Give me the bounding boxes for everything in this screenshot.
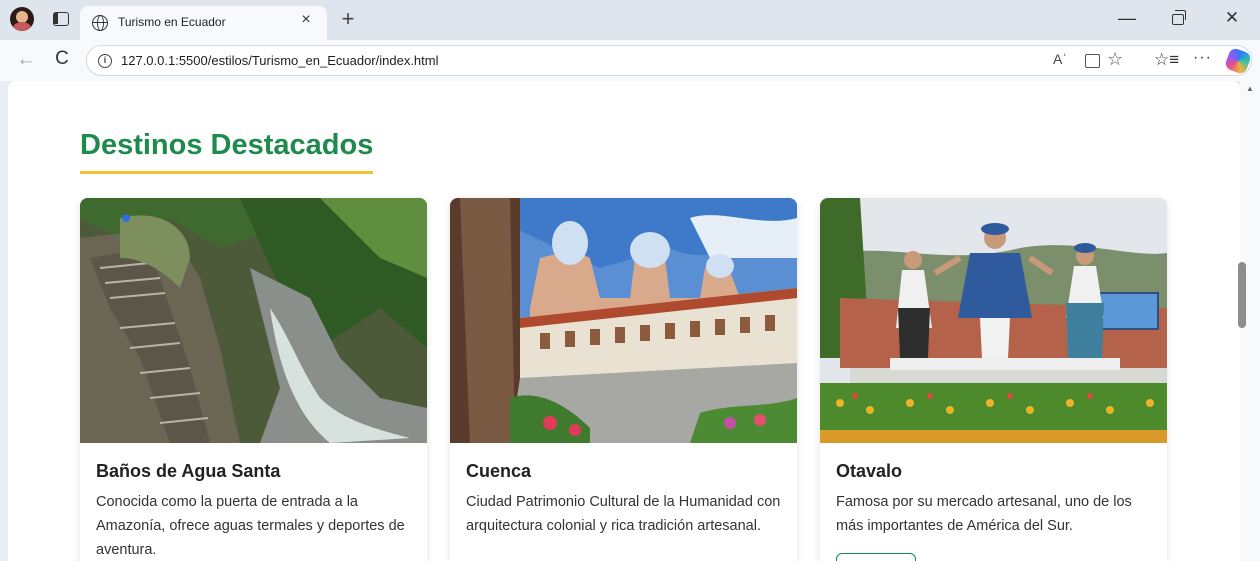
destination-card-otavalo: Otavalo Famosa por su mercado artesanal,…	[820, 198, 1167, 561]
window-close-button[interactable]: ✕	[1222, 8, 1242, 28]
restore-button[interactable]	[1172, 10, 1186, 25]
read-aloud-icon[interactable]: Aʾ	[1053, 51, 1067, 67]
scrollbar-thumb[interactable]	[1238, 262, 1246, 328]
scroll-up-arrow-icon[interactable]: ▲	[1240, 84, 1260, 93]
tab-actions-icon[interactable]	[53, 12, 69, 26]
card-description: Famosa por su mercado artesanal, uno de …	[836, 494, 1132, 534]
waterfall-canyon-image	[80, 198, 427, 443]
section-title: Destinos Destacados	[80, 129, 374, 161]
add-favorite-star-icon[interactable]: ☆	[1107, 49, 1123, 70]
tab-title: Turismo en Ecuador	[118, 15, 226, 29]
card-title: Baños de Agua Santa	[96, 461, 281, 481]
url-text[interactable]: 127.0.0.1:5500/estilos/Turismo_en_Ecuado…	[121, 53, 438, 68]
immersive-reader-icon[interactable]	[1085, 54, 1100, 68]
back-button[interactable]: ←	[14, 49, 38, 71]
destination-card-banos: Baños de Agua Santa Conocida como la pue…	[80, 198, 427, 561]
browser-titlebar: Turismo en Ecuador × + — ✕	[0, 0, 1260, 40]
more-menu-icon[interactable]: ···	[1193, 49, 1212, 67]
close-tab-icon[interactable]: ×	[296, 11, 316, 29]
card-description: Conocida como la puerta de entrada a la …	[96, 494, 405, 558]
globe-icon	[92, 15, 108, 31]
card-title: Cuenca	[466, 461, 532, 481]
card-button[interactable]	[836, 553, 916, 561]
new-tab-button[interactable]: +	[336, 7, 360, 31]
favorites-icon[interactable]: ☆≡	[1154, 50, 1179, 70]
card-description: Ciudad Patrimonio Cultural de la Humanid…	[466, 494, 781, 534]
browser-toolbar: ← C i 127.0.0.1:5500/estilos/Turismo_en_…	[0, 40, 1260, 81]
reload-button[interactable]: C	[50, 48, 74, 70]
tab-turismo[interactable]: Turismo en Ecuador ×	[80, 6, 327, 40]
title-underline	[80, 171, 373, 174]
statues-monument-image	[820, 198, 1167, 443]
destination-card-cuenca: Cuenca Ciudad Patrimonio Cultural de la …	[450, 198, 797, 561]
minimize-button[interactable]: —	[1117, 8, 1137, 29]
site-info-icon[interactable]: i	[98, 54, 112, 68]
copilot-icon[interactable]	[1223, 46, 1253, 76]
page-viewport: Destinos Destacados Baños de Agua Santa …	[8, 81, 1240, 561]
cathedral-courtyard-image	[450, 198, 797, 443]
address-bar[interactable]: i 127.0.0.1:5500/estilos/Turismo_en_Ecua…	[86, 45, 1253, 76]
card-title: Otavalo	[836, 461, 903, 481]
profile-avatar-icon[interactable]	[10, 7, 34, 31]
